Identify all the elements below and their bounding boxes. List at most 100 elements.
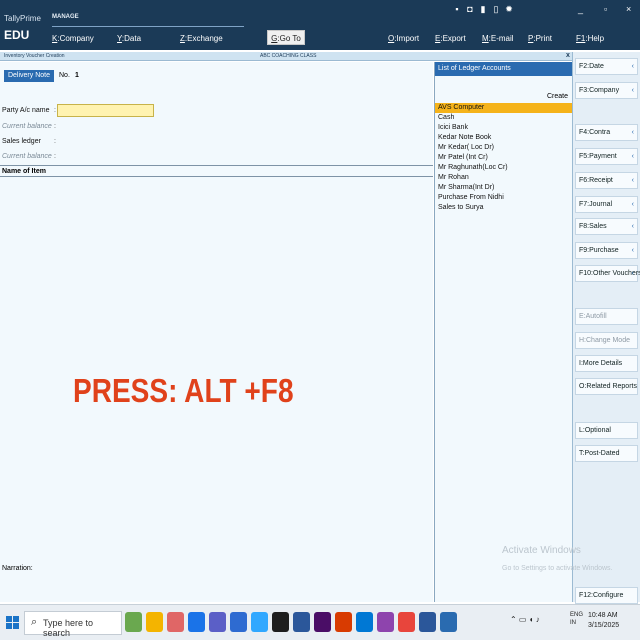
ledger-item[interactable]: Purchase From Nidhi <box>435 193 573 203</box>
action-button-6[interactable]: F8:Sales ‹ <box>575 218 638 235</box>
ledger-item[interactable]: Cash <box>435 113 573 123</box>
action-button-13[interactable]: L:Optional <box>575 422 638 439</box>
ledger-list-title: List of Ledger Accounts <box>435 62 573 76</box>
action-button-8[interactable]: F10:Other Vouchers ‹ <box>575 265 640 282</box>
action-button-1[interactable]: F3:Company ‹ <box>575 82 638 99</box>
action-button-12[interactable]: O:Related Reports <box>575 378 638 395</box>
action-button-15[interactable]: F12:Configure <box>575 587 638 604</box>
ledger-item[interactable]: AVS Computer <box>435 103 573 113</box>
gear-icon[interactable]: ✹ <box>504 4 514 14</box>
taskbar-app-icon[interactable] <box>356 612 373 632</box>
menu-import[interactable]: O:Import <box>388 34 419 43</box>
search-icon: ⌕ <box>31 616 38 628</box>
edition-label: EDU <box>4 28 30 42</box>
action-button-5[interactable]: F7:Journal ‹ <box>575 196 638 213</box>
menu-company[interactable]: K:Company <box>52 34 94 43</box>
window-title: Inventory Voucher Creation <box>4 53 65 59</box>
action-button-11[interactable]: I:More Details <box>575 355 638 372</box>
taskbar: ⌕ Type here to search ⌃ ▭ ◖ ♪ ENG IN 10:4… <box>0 604 640 640</box>
taskbar-app-icon[interactable] <box>272 612 289 632</box>
action-button-2[interactable]: F4:Contra ‹ <box>575 124 638 141</box>
create-ledger-link[interactable]: Create <box>547 93 568 100</box>
action-button-3[interactable]: F5:Payment ‹ <box>575 148 638 165</box>
ledger-item[interactable]: Mr Sharma(Int Dr) <box>435 183 573 193</box>
action-button-10[interactable]: H:Change Mode <box>575 332 638 349</box>
camera-icon[interactable]: ◘ <box>465 4 475 14</box>
ledger-list-panel: List of Ledger Accounts Create AVS Compu… <box>434 62 573 602</box>
ledger-item[interactable]: Mr Raghunath(Loc Cr) <box>435 163 573 173</box>
voucher-no-label: No. <box>59 72 70 79</box>
menu-help[interactable]: F1:Help <box>576 34 604 43</box>
ledger-item[interactable]: Mr Patel (Int Cr) <box>435 153 573 163</box>
toolbar-icons: ▪ ◘ ▮ ▯ ✹ <box>452 4 514 14</box>
chevron-right-icon: ‹ <box>631 177 634 184</box>
menu-goto[interactable]: G:Go To <box>267 30 305 45</box>
ledger-item[interactable]: Mr Kedar( Loc Dr) <box>435 143 573 153</box>
menu-data[interactable]: Y:Data <box>117 34 141 43</box>
action-button-14[interactable]: T:Post-Dated <box>575 445 638 462</box>
sales-balance-label: Current balance <box>2 153 52 160</box>
language-indicator[interactable]: ENG IN <box>570 611 583 627</box>
document-icon[interactable]: ▯ <box>491 4 501 14</box>
action-button-4[interactable]: F6:Receipt ‹ <box>575 172 638 189</box>
taskbar-app-icon[interactable] <box>335 612 352 632</box>
voucher-form: Delivery Note No. 1 Party A/c name : Cur… <box>0 62 433 602</box>
chevron-right-icon: ‹ <box>631 223 634 230</box>
chevron-right-icon: ‹ <box>631 129 634 136</box>
taskbar-app-icon[interactable] <box>167 612 184 632</box>
chevron-right-icon: ‹ <box>631 153 634 160</box>
taskbar-app-icon[interactable] <box>398 612 415 632</box>
taskbar-app-icon[interactable] <box>419 612 436 632</box>
taskbar-app-icon[interactable] <box>377 612 394 632</box>
action-button-7[interactable]: F9:Purchase ‹ <box>575 242 638 259</box>
sales-ledger-label: Sales ledger <box>2 138 41 145</box>
narration-label: Narration: <box>2 565 33 572</box>
image-icon[interactable]: ▪ <box>452 4 462 14</box>
taskbar-apps <box>125 612 457 632</box>
clock[interactable]: 10:48 AM 3/15/2025 <box>588 611 619 631</box>
voucher-type-badge: Delivery Note <box>4 70 54 82</box>
party-name-input[interactable] <box>57 104 154 117</box>
item-table-header: Name of Item <box>0 165 433 177</box>
menu-print[interactable]: P:Print <box>528 34 552 43</box>
taskbar-app-icon[interactable] <box>293 612 310 632</box>
action-button-9[interactable]: E:Autofill <box>575 308 638 325</box>
restore-button[interactable]: ▫ <box>604 4 607 14</box>
ledger-list: AVS Computer Cash Icici Bank Kedar Note Boo… <box>435 103 573 213</box>
ledger-item[interactable]: Sales to Surya <box>435 203 573 213</box>
manage-divider <box>52 26 244 27</box>
company-title: ABC COACHING CLASS <box>260 53 317 59</box>
ledger-item[interactable]: Icici Bank <box>435 123 573 133</box>
taskbar-search[interactable]: ⌕ Type here to search <box>24 611 122 638</box>
window-title-bar: Inventory Voucher Creation ABC COACHING … <box>0 52 572 61</box>
menu-export[interactable]: E:Export <box>435 34 466 43</box>
manage-label: MANAGE <box>52 14 79 20</box>
menu-email[interactable]: M:E-mail <box>482 34 514 43</box>
tally-screen: TallyPrime EDU MANAGE K:Company Y:Data Z… <box>0 0 640 640</box>
tray-icons[interactable]: ⌃ ▭ ◖ ♪ <box>510 615 540 624</box>
video-icon[interactable]: ▮ <box>478 4 488 14</box>
chevron-right-icon: ‹ <box>631 247 634 254</box>
taskbar-app-icon[interactable] <box>251 612 268 632</box>
minimize-button[interactable]: _ <box>578 4 583 14</box>
ledger-item[interactable]: Kedar Note Book <box>435 133 573 143</box>
close-app-button[interactable]: × <box>626 4 631 14</box>
chevron-right-icon: ‹ <box>631 201 634 208</box>
close-icon[interactable]: x <box>566 52 570 59</box>
taskbar-app-icon[interactable] <box>146 612 163 632</box>
party-name-label: Party A/c name <box>2 107 50 114</box>
chevron-right-icon: ‹ <box>631 270 634 277</box>
taskbar-app-icon[interactable] <box>230 612 247 632</box>
taskbar-app-icon[interactable] <box>440 612 457 632</box>
ledger-item[interactable]: Mr Rohan <box>435 173 573 183</box>
taskbar-app-icon[interactable] <box>209 612 226 632</box>
activation-watermark: Activate Windows <box>502 545 581 556</box>
activation-watermark-hint: Go to Settings to activate Windows. <box>502 565 613 572</box>
top-menu-bar: TallyPrime EDU MANAGE K:Company Y:Data Z… <box>0 0 640 50</box>
taskbar-app-icon[interactable] <box>125 612 142 632</box>
menu-exchange[interactable]: Z:Exchange <box>180 34 223 43</box>
action-button-0[interactable]: F2:Date ‹ <box>575 58 638 75</box>
windows-start-icon[interactable] <box>6 616 20 630</box>
taskbar-app-icon[interactable] <box>188 612 205 632</box>
taskbar-app-icon[interactable] <box>314 612 331 632</box>
